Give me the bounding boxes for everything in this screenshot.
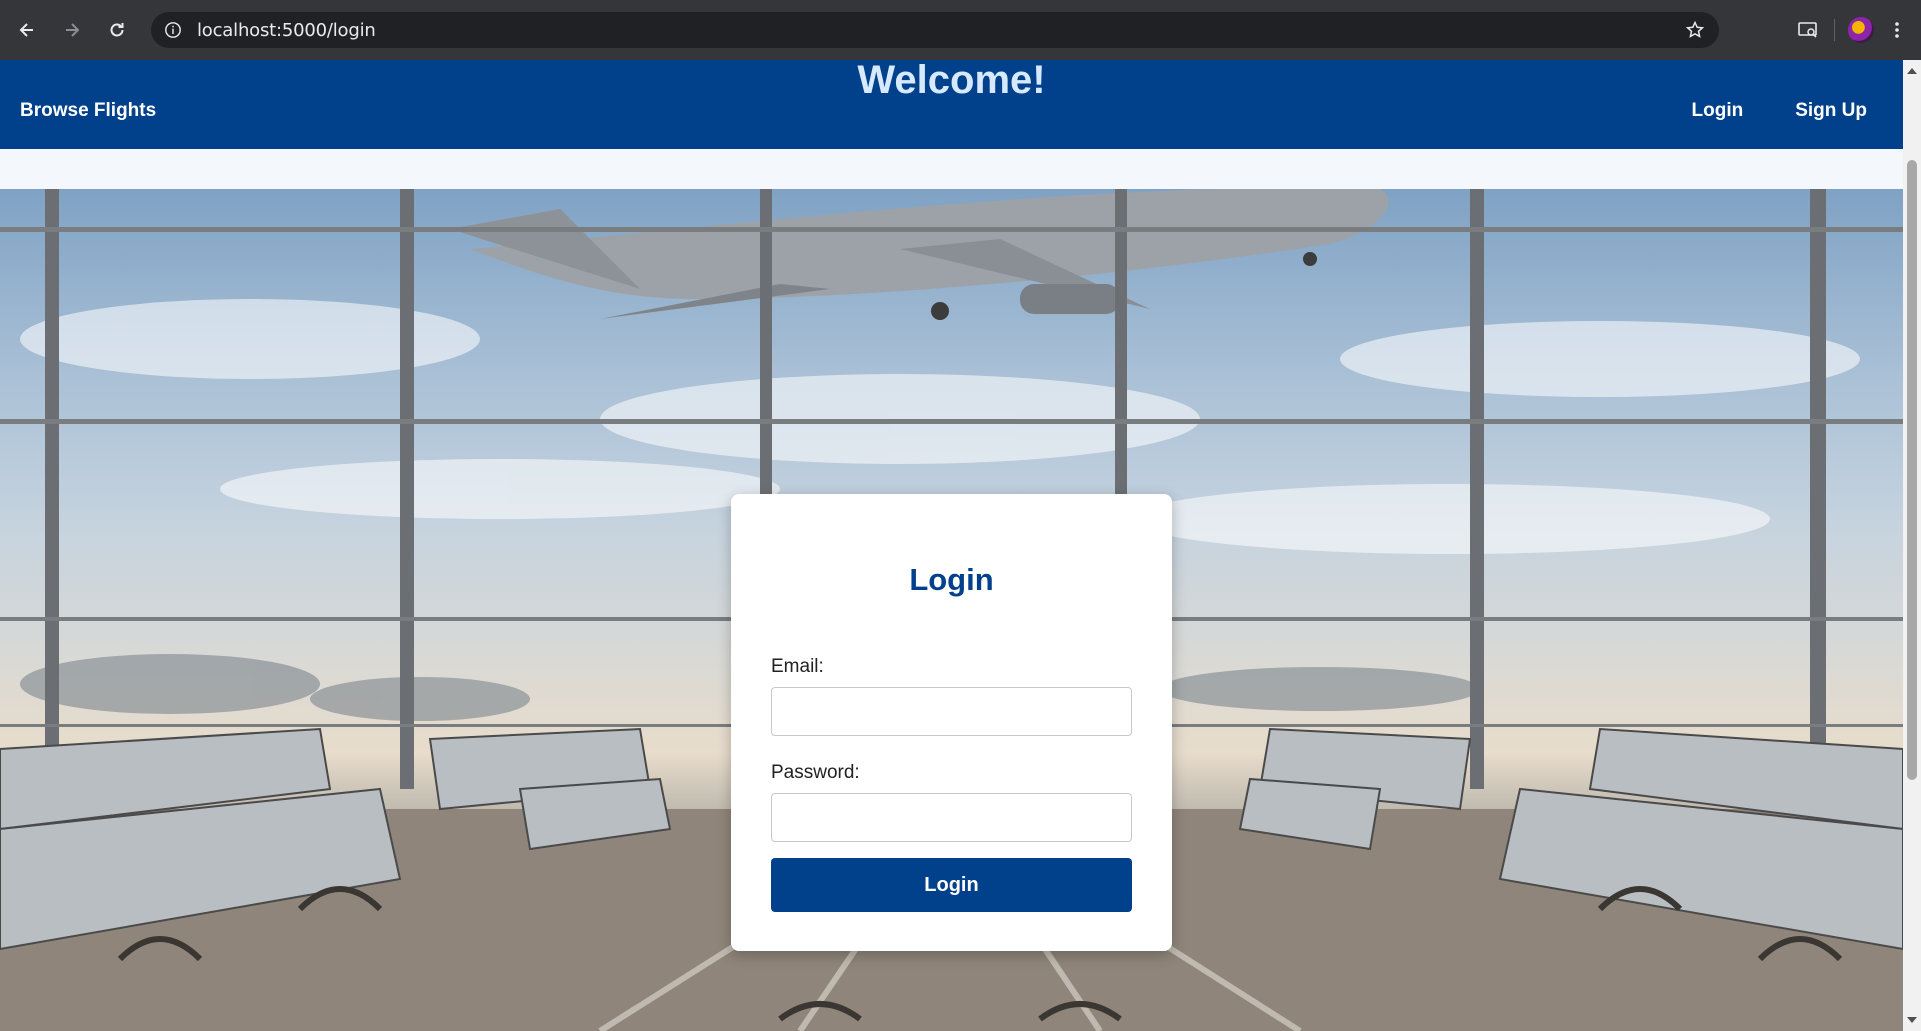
welcome-heading: Welcome!	[857, 60, 1046, 102]
site-header: Browse Flights Welcome! Login Sign Up	[0, 60, 1903, 149]
login-link[interactable]: Login	[1692, 100, 1744, 122]
login-card: Login Email: Password: Login	[731, 494, 1172, 951]
signup-link[interactable]: Sign Up	[1795, 100, 1867, 122]
site-info-icon[interactable]	[163, 20, 183, 40]
toolbar-divider	[1834, 19, 1835, 41]
profile-avatar[interactable]	[1843, 12, 1879, 48]
auth-nav: Login Sign Up	[1692, 100, 1867, 122]
password-label: Password:	[771, 762, 860, 783]
password-input[interactable]	[771, 793, 1132, 842]
scroll-down-arrow-icon[interactable]	[1907, 1017, 1917, 1023]
reload-button[interactable]	[99, 12, 135, 48]
url-text: localhost:5000/login	[197, 19, 376, 41]
page-viewport: Browse Flights Welcome! Login Sign Up Lo…	[0, 60, 1903, 1031]
scroll-up-arrow-icon[interactable]	[1907, 68, 1917, 74]
login-submit-button[interactable]: Login	[771, 858, 1132, 912]
email-label: Email:	[771, 656, 824, 677]
email-input[interactable]	[771, 687, 1132, 736]
browser-toolbar: localhost:5000/login	[0, 0, 1921, 60]
back-icon	[19, 23, 33, 37]
reload-icon	[110, 23, 124, 37]
airplane-shape	[450, 189, 1389, 320]
bookmark-star-icon[interactable]	[1685, 20, 1705, 40]
forward-icon	[66, 23, 80, 37]
back-button[interactable]	[9, 12, 45, 48]
forward-button[interactable]	[54, 12, 90, 48]
page-scrollbar[interactable]	[1903, 60, 1921, 1031]
scrollbar-thumb[interactable]	[1907, 160, 1917, 780]
address-bar[interactable]: localhost:5000/login	[151, 12, 1719, 48]
cast-icon[interactable]	[1790, 12, 1826, 48]
browse-flights-link[interactable]: Browse Flights	[20, 100, 156, 122]
kebab-menu-icon[interactable]	[1879, 12, 1915, 48]
login-title: Login	[909, 562, 994, 597]
